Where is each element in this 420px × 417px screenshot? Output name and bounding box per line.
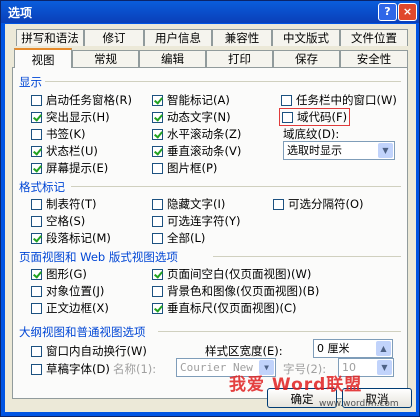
tab-edit[interactable]: 编辑: [139, 50, 206, 67]
tab-user-info[interactable]: 用户信息: [144, 29, 212, 46]
cb-screentips[interactable]: 屏幕提示(E): [31, 160, 108, 176]
cb-field-codes[interactable]: 域代码(F): [279, 108, 351, 126]
font-name-label: 名称(1):: [113, 362, 157, 376]
divider: [213, 256, 401, 257]
tab-file-locations[interactable]: 文件位置: [340, 29, 408, 46]
checkbox-box: [31, 302, 42, 314]
checkbox-box: [31, 345, 42, 357]
checkbox-box: [273, 198, 284, 210]
cb-background-images[interactable]: 背景色和图像(仅页面视图)(B): [152, 283, 319, 299]
checkbox-box: [152, 162, 163, 174]
checkbox-box: [31, 94, 42, 106]
view-panel: 显示 启动任务窗格(R) 突出显示(H) 书签(K) 状态栏(U) 屏幕提示(E…: [12, 67, 408, 399]
divider: [71, 186, 401, 187]
cb-spaces[interactable]: 空格(S): [31, 213, 85, 229]
checkbox-box: [152, 268, 163, 280]
tab-spelling-grammar[interactable]: 拼写和语法: [16, 29, 84, 46]
cb-hidden-text[interactable]: 隐藏文字(I): [152, 196, 225, 212]
checkbox-box: [31, 268, 42, 280]
checkbox-box: [31, 145, 42, 157]
spinner-arrows-icon[interactable]: ▲: [376, 341, 391, 356]
section-outline: 大纲视图和普通视图选项: [19, 325, 146, 339]
tab-save[interactable]: 保存: [273, 50, 340, 67]
cb-smart-tags[interactable]: 智能标记(A): [152, 92, 230, 108]
cb-picture-placeholders[interactable]: 图片框(P): [152, 160, 217, 176]
cb-highlight[interactable]: 突出显示(H): [31, 109, 110, 125]
cb-text-boundaries[interactable]: 正文边框(X): [31, 300, 109, 316]
tab-general[interactable]: 常规: [72, 50, 139, 67]
checkbox-box: [152, 232, 163, 244]
checkbox-box: [31, 111, 42, 123]
style-area-width-spinner[interactable]: 0 厘米 ▲: [313, 339, 393, 358]
checkbox-box: [152, 302, 163, 314]
cb-optional-breaks[interactable]: 可选分隔符(O): [273, 196, 364, 212]
cb-bookmarks[interactable]: 书签(K): [31, 126, 86, 142]
tab-view[interactable]: 视图: [14, 48, 72, 68]
cb-drawings[interactable]: 图形(G): [31, 266, 87, 282]
chevron-down-icon[interactable]: ▼: [377, 360, 392, 375]
cb-startup-task-pane[interactable]: 启动任务窗格(R): [31, 92, 132, 108]
tab-track-changes[interactable]: 修订: [84, 29, 144, 46]
cb-windows-in-taskbar[interactable]: 任务栏中的窗口(W): [281, 92, 397, 108]
checkbox-box: [152, 94, 163, 106]
cb-optional-hyphens[interactable]: 可选连字符(Y): [152, 213, 241, 229]
cb-status-bar[interactable]: 状态栏(U): [31, 143, 98, 159]
section-page-view: 页面视图和 Web 版式视图选项: [19, 250, 178, 264]
tab-compatibility[interactable]: 兼容性: [212, 29, 272, 46]
field-shading-select[interactable]: 选取时显示 ▼: [283, 141, 395, 160]
cb-white-space[interactable]: 页面间空白(仅页面视图)(W): [152, 266, 311, 282]
title-bar[interactable]: 选项 ? ×: [1, 1, 419, 23]
cb-horizontal-scrollbar[interactable]: 水平滚动条(Z): [152, 126, 241, 142]
cb-object-anchors[interactable]: 对象位置(J): [31, 283, 104, 299]
checkbox-box: [31, 128, 42, 140]
tab-print[interactable]: 打印: [206, 50, 273, 67]
chevron-down-icon[interactable]: ▼: [378, 143, 393, 158]
cb-vertical-ruler[interactable]: 垂直标尺(仅页面视图)(C): [152, 300, 296, 316]
checkbox-box: [152, 128, 163, 140]
checkbox-box: [31, 232, 42, 244]
section-format-marks: 格式标记: [19, 180, 65, 194]
watermark-url: www.wordlm.com: [319, 399, 399, 409]
checkbox-box: [281, 94, 292, 106]
checkbox-box: [31, 285, 42, 297]
cb-draft-font[interactable]: 草稿字体(D): [31, 361, 110, 377]
tab-security[interactable]: 安全性: [340, 50, 408, 67]
field-shading-label: 域底纹(D):: [283, 127, 340, 141]
close-button[interactable]: ×: [398, 3, 417, 21]
checkbox-box: [31, 215, 42, 227]
cb-tab-characters[interactable]: 制表符(T): [31, 196, 97, 212]
checkbox-box: [31, 162, 42, 174]
divider: [158, 331, 401, 332]
dialog-client: 拼写和语法 修订 用户信息 兼容性 中文版式 文件位置 视图 常规 编辑 打印 …: [5, 24, 416, 412]
cb-animated-text[interactable]: 动态文字(N): [152, 109, 231, 125]
tab-asian-typography[interactable]: 中文版式: [272, 29, 340, 46]
checkbox-box: [282, 111, 293, 123]
cb-all-marks[interactable]: 全部(L): [152, 230, 205, 246]
checkbox-box: [31, 198, 42, 210]
cb-wrap-to-window[interactable]: 窗口内自动换行(W): [31, 343, 147, 359]
checkbox-box: [152, 215, 163, 227]
checkbox-box: [152, 145, 163, 157]
watermark-logo: 我爱 Word联盟: [229, 375, 363, 395]
help-button[interactable]: ?: [378, 3, 397, 21]
style-area-width-label: 样式区宽度(E):: [205, 344, 283, 358]
dialog-title: 选项: [8, 6, 33, 20]
checkbox-box: [152, 111, 163, 123]
checkbox-box: [31, 363, 42, 375]
options-dialog: 选项 ? × 拼写和语法 修订 用户信息 兼容性 中文版式 文件位置 视图 常规…: [0, 0, 420, 417]
checkbox-box: [152, 285, 163, 297]
section-display: 显示: [19, 75, 42, 89]
divider: [45, 81, 401, 82]
checkbox-box: [152, 198, 163, 210]
cb-vertical-scrollbar[interactable]: 垂直滚动条(V): [152, 143, 241, 159]
cb-paragraph-marks[interactable]: 段落标记(M): [31, 230, 111, 246]
